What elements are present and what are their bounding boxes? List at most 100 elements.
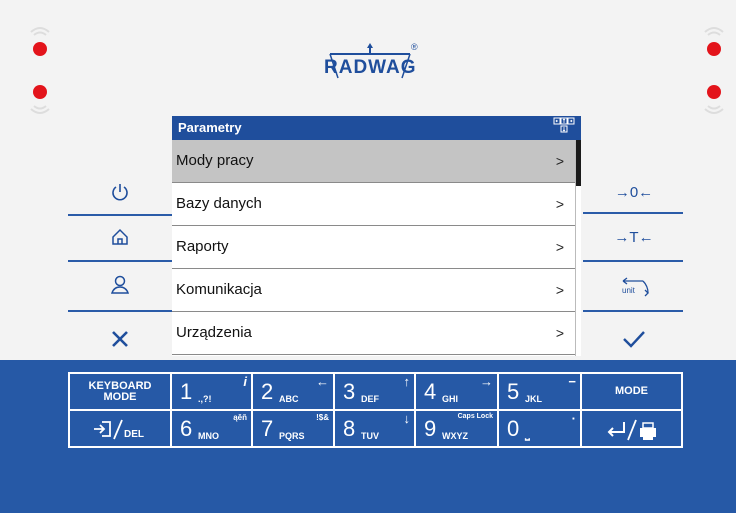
menu-item-label: Urządzenia xyxy=(176,324,252,341)
tare-button[interactable]: →T← xyxy=(594,220,674,254)
key-6[interactable]: 6 MNO ąěň xyxy=(170,409,253,448)
delete-key[interactable]: DEL xyxy=(68,409,172,448)
key-digit: 9 xyxy=(424,416,437,441)
key-0[interactable]: 0 ⎵ · xyxy=(497,409,582,448)
divider xyxy=(68,214,172,216)
arrows-nav-icon[interactable] xyxy=(553,117,575,139)
key-4[interactable]: 4 GHI → xyxy=(414,372,499,411)
zero-button[interactable]: →0← xyxy=(594,175,674,209)
menu-item-bazy-danych[interactable]: Bazy danych > xyxy=(172,183,575,226)
minus-icon: − xyxy=(568,374,576,389)
proximity-waves-icon xyxy=(30,105,50,114)
enter-print-icon xyxy=(607,419,656,441)
key-digit: 6 xyxy=(180,416,193,441)
screen-header: Parametry xyxy=(172,116,581,140)
key-label: KEYBOARD MODE xyxy=(88,379,152,403)
divider xyxy=(583,260,683,262)
key-letters: TUV xyxy=(361,431,379,441)
key-digit: 7 xyxy=(261,416,274,441)
arrow-right-icon: → xyxy=(480,374,493,389)
menu-item-label: Mody pracy xyxy=(176,152,254,169)
key-hint: ąěň xyxy=(233,413,247,422)
key-letters: ABC xyxy=(279,394,299,404)
scrollbar-thumb[interactable] xyxy=(576,140,581,186)
key-7[interactable]: 7 PQRS !$& xyxy=(251,409,335,448)
key-digit: 0 xyxy=(507,416,520,441)
menu-item-label: Raporty xyxy=(176,238,229,255)
key-digit: 4 xyxy=(424,379,437,404)
key-digit: 8 xyxy=(343,416,356,441)
menu-item-urzadzenia[interactable]: Urządzenia > xyxy=(172,312,575,355)
exit-delete-icon: DEL xyxy=(94,419,144,440)
divider xyxy=(583,212,683,214)
key-letters: DEF xyxy=(361,394,379,404)
key-3[interactable]: 3 DEF ↑ xyxy=(333,372,416,411)
chevron-right-icon: > xyxy=(555,325,564,341)
power-button[interactable] xyxy=(80,175,160,209)
proximity-waves-icon xyxy=(704,27,724,36)
keyboard-mode-key[interactable]: KEYBOARD MODE xyxy=(68,372,172,411)
proximity-waves-icon xyxy=(704,105,724,114)
unit-button[interactable]: unit xyxy=(594,270,674,304)
user-icon xyxy=(110,275,130,294)
divider xyxy=(68,310,172,312)
divider xyxy=(583,310,683,312)
key-letters: GHI xyxy=(442,394,459,404)
scrollbar[interactable] xyxy=(575,140,581,356)
registered-mark: ® xyxy=(411,42,418,52)
keyboard-panel: KEYBOARD MODE 1 .,?! i 2 ABC ← 3 DEF ↑ 4… xyxy=(0,360,736,513)
key-letters: MNO xyxy=(198,431,219,441)
user-button[interactable] xyxy=(80,268,160,302)
info-icon: i xyxy=(243,374,247,389)
key-5[interactable]: 5 JKL − xyxy=(497,372,582,411)
key-letters: .,?! xyxy=(198,394,212,404)
home-button[interactable] xyxy=(80,220,160,254)
key-digit: 5 xyxy=(507,379,520,404)
key-hint: !$& xyxy=(316,413,329,422)
key-2[interactable]: 2 ABC ← xyxy=(251,372,335,411)
divider xyxy=(68,260,172,262)
enter-print-key[interactable] xyxy=(580,409,683,448)
menu-item-label: Bazy danych xyxy=(176,195,262,212)
close-icon xyxy=(112,331,128,347)
key-8[interactable]: 8 TUV ↓ xyxy=(333,409,416,448)
power-icon xyxy=(112,184,128,201)
key-1[interactable]: 1 .,?! i xyxy=(170,372,253,411)
arrow-down-icon: ↓ xyxy=(403,411,411,426)
terminal-panel: RADWAG ® →0← →T← unit Parametry Mody pra… xyxy=(0,0,736,513)
key-9[interactable]: 9 WXYZ Caps Lock xyxy=(414,409,499,448)
home-icon xyxy=(112,228,128,245)
proximity-waves-icon xyxy=(30,27,50,36)
chevron-right-icon: > xyxy=(555,196,564,212)
caps-lock-label: Caps Lock xyxy=(457,413,493,420)
zero-label: →0← xyxy=(614,183,654,201)
space-icon: ⎵ xyxy=(525,427,530,441)
radwag-logo: RADWAG ® xyxy=(324,42,418,79)
arrow-left-icon: ← xyxy=(316,374,329,389)
menu-item-label: Komunikacja xyxy=(176,281,262,298)
display-screen: Parametry Mody pracy > Bazy danych > Rap… xyxy=(172,116,581,356)
key-label: MODE xyxy=(615,385,648,397)
screen-title: Parametry xyxy=(178,120,242,135)
check-icon xyxy=(623,331,645,348)
key-letters: JKL xyxy=(525,394,543,404)
key-digit: 2 xyxy=(261,379,274,404)
key-letters: PQRS xyxy=(279,431,305,441)
confirm-button[interactable] xyxy=(594,322,674,356)
key-digit: 1 xyxy=(180,379,193,404)
chevron-right-icon: > xyxy=(555,153,564,169)
delete-label: DEL xyxy=(124,429,144,440)
chevron-right-icon: > xyxy=(555,239,564,255)
unit-label: unit xyxy=(622,286,636,295)
swap-arrows-icon: unit xyxy=(622,277,649,297)
mode-key[interactable]: MODE xyxy=(580,372,683,411)
arrow-up-icon: ↑ xyxy=(403,374,411,389)
menu-item-mody-pracy[interactable]: Mody pracy > xyxy=(172,140,575,183)
cancel-button[interactable] xyxy=(80,322,160,356)
menu-item-komunikacja[interactable]: Komunikacja > xyxy=(172,269,575,312)
tare-label: →T← xyxy=(614,228,654,246)
menu-item-raporty[interactable]: Raporty > xyxy=(172,226,575,269)
dot-icon: · xyxy=(571,411,576,426)
key-digit: 3 xyxy=(343,379,356,404)
chevron-right-icon: > xyxy=(555,282,564,298)
